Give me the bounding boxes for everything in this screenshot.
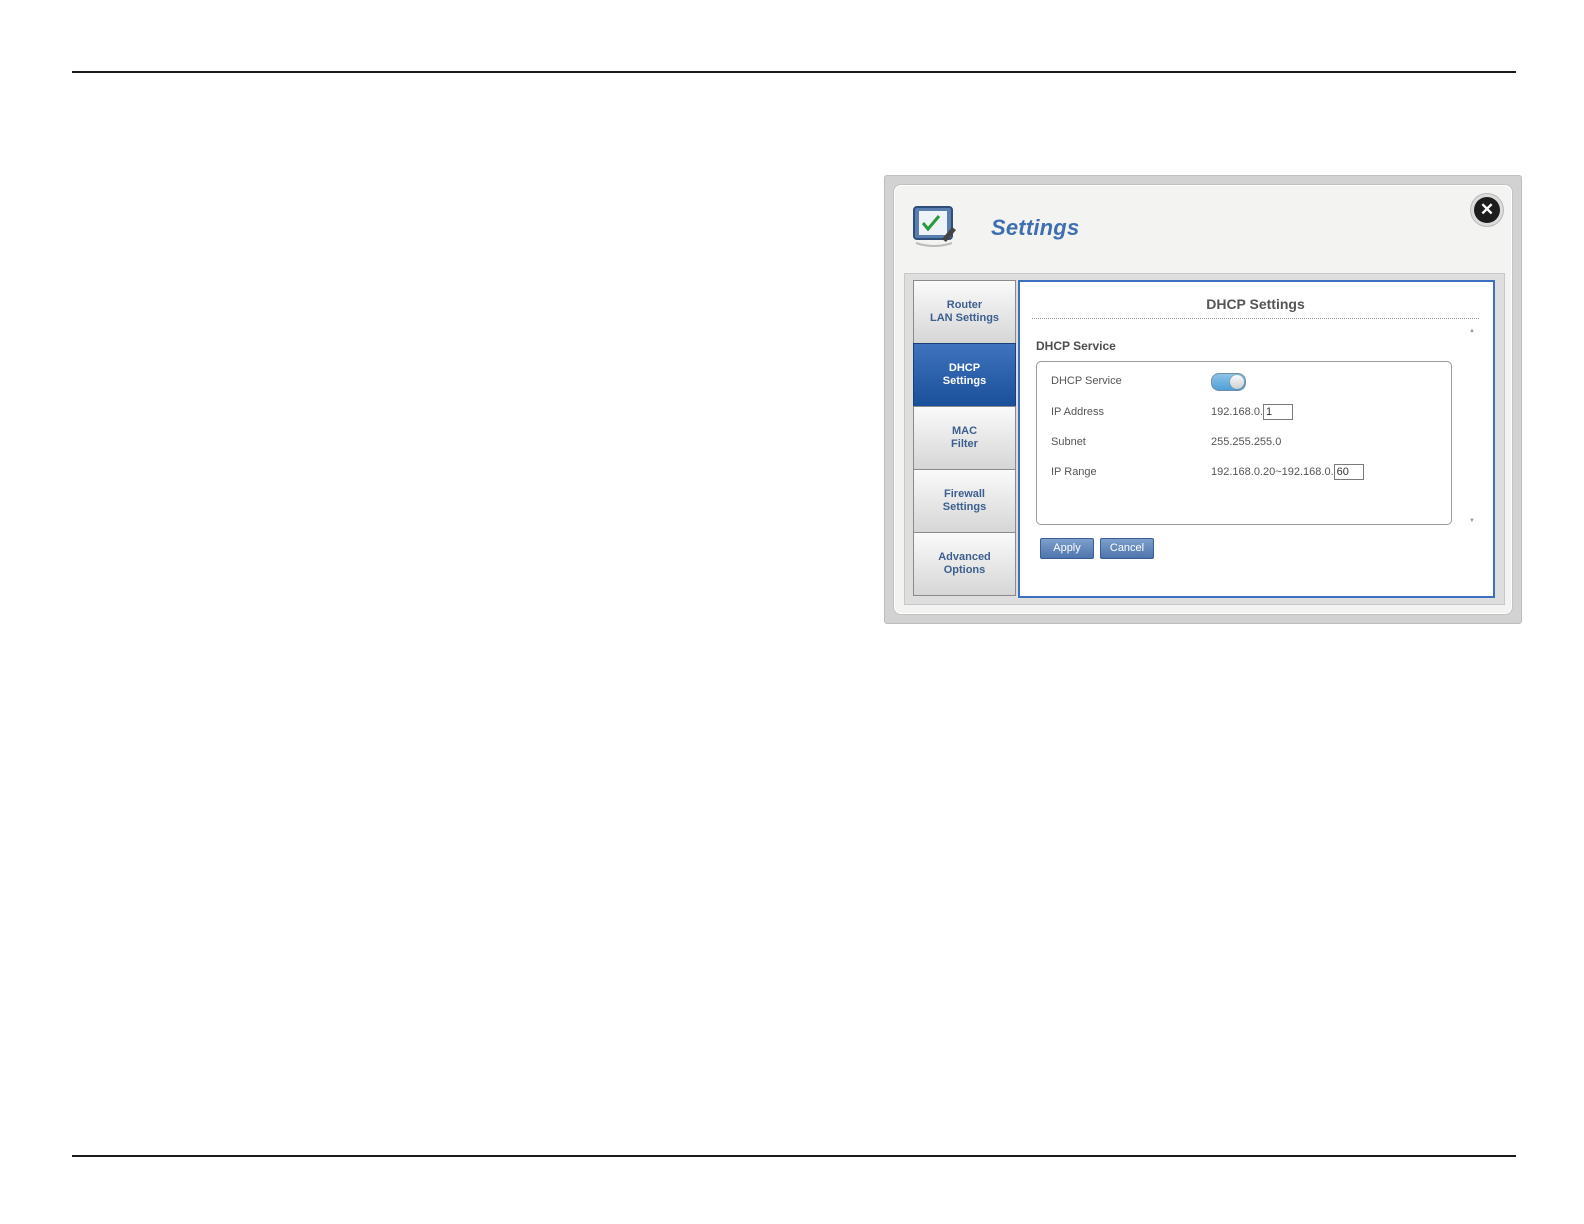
dhcp-service-row: DHCP Service [1051,372,1246,391]
sidebar-item-dhcp-settings[interactable]: DHCP Settings [913,343,1016,407]
toggle-knob [1230,375,1244,389]
sidebar-item-firewall-settings[interactable]: Firewall Settings [913,469,1016,533]
ip-address-label: IP Address [1051,406,1104,418]
scroll-up-icon[interactable]: ▲ [1469,328,1475,334]
settings-body: Router LAN Settings DHCP Settings MAC Fi… [904,273,1505,605]
ip-range-row: IP Range 192.168.0.20~192.168.0. 60 [1051,463,1364,481]
subnet-row: Subnet 255.255.255.0 [1051,433,1281,451]
close-icon[interactable]: ✕ [1474,197,1500,223]
dialog-title: Settings [991,215,1080,240]
ip-address-prefix: 192.168.0. [1211,406,1263,418]
sidebar-item-mac-filter[interactable]: MAC Filter [913,406,1016,470]
settings-sidebar: Router LAN Settings DHCP Settings MAC Fi… [913,280,1016,596]
ip-range-end-input[interactable]: 60 [1333,464,1364,480]
ip-address-row: IP Address 192.168.0. 1 [1051,403,1293,421]
subnet-value: 255.255.255.0 [1211,436,1282,448]
sidebar-item-router-lan-settings[interactable]: Router LAN Settings [913,280,1016,344]
ip-address-input[interactable]: 1 [1263,404,1293,420]
subnet-label: Subnet [1051,436,1086,448]
scroll-down-icon[interactable]: ▼ [1469,518,1475,524]
dialog-panel: Settings ✕ Router LAN Settings DHCP Sett… [893,184,1513,615]
ip-range-label: IP Range [1051,466,1097,478]
sidebar-item-advanced-options[interactable]: Advanced Options [913,532,1016,596]
dhcp-settings-panel: DHCP Settings DHCP Service ▲ ▼ DHCP Serv… [1018,280,1495,598]
top-divider [72,71,1516,73]
settings-dialog: Settings ✕ Router LAN Settings DHCP Sett… [884,175,1522,624]
cancel-button[interactable]: Cancel [1100,538,1154,559]
dhcp-service-toggle[interactable] [1211,373,1246,391]
settings-checklist-icon [913,206,956,247]
apply-button[interactable]: Apply [1040,538,1094,559]
dhcp-service-label: DHCP Service [1051,375,1122,387]
ip-range-prefix: 192.168.0.20~192.168.0. [1211,466,1334,478]
panel-title: DHCP Settings [1032,296,1479,319]
dhcp-fields-box: DHCP Service IP Address 192.168.0. 1 Sub… [1036,361,1452,525]
section-title: DHCP Service [1036,339,1116,353]
bottom-divider [72,1155,1516,1157]
